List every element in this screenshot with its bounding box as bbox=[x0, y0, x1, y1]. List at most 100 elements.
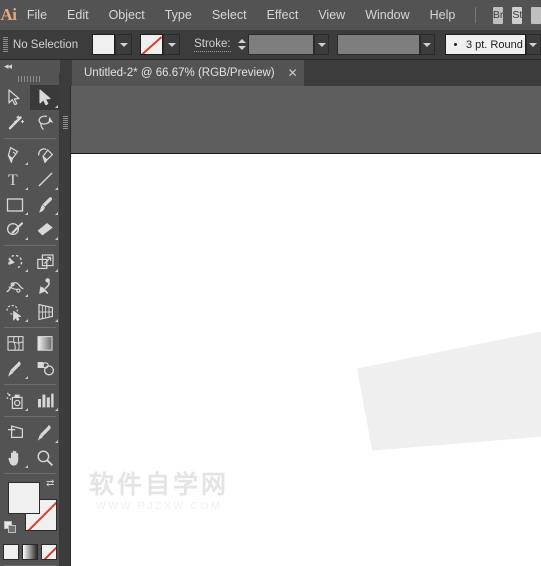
brush-preset-display[interactable]: 3 pt. Round bbox=[444, 34, 526, 55]
perspective-grid-tool[interactable] bbox=[30, 299, 60, 324]
color-mode-buttons bbox=[0, 544, 60, 560]
overflow-button[interactable] bbox=[531, 6, 541, 24]
tool-flyout-indicator-icon bbox=[25, 187, 28, 190]
fill-gradient-button[interactable] bbox=[22, 544, 38, 560]
artboard-canvas[interactable]: 软件自学网 WWW.RJZXW.COM bbox=[71, 153, 541, 566]
selection-status-label: No Selection bbox=[12, 38, 79, 51]
column-graph-tool[interactable] bbox=[30, 388, 60, 413]
tool-flyout-indicator-icon bbox=[55, 105, 58, 108]
eraser-tool[interactable] bbox=[30, 217, 60, 242]
zoom-tool[interactable] bbox=[30, 445, 60, 470]
stroke-profile-dropdown-button[interactable] bbox=[419, 34, 435, 55]
tools-panel-header: ◂◂ bbox=[0, 60, 60, 73]
control-bar: No Selection Stroke: 3 pt. Round bbox=[0, 30, 541, 60]
mesh-tool[interactable] bbox=[0, 331, 30, 356]
blend-tool[interactable] bbox=[30, 356, 60, 381]
workspace-dock-strip[interactable] bbox=[60, 86, 71, 566]
selection-tool[interactable] bbox=[0, 85, 30, 110]
fill-color-swatch[interactable] bbox=[8, 482, 40, 514]
tools-panel: ◂◂ T ⇄ bbox=[0, 60, 60, 566]
menu-bar: Ai File Edit Object Type Select Effect V… bbox=[0, 0, 541, 30]
tools-grid: T bbox=[0, 85, 60, 470]
close-icon[interactable]: ✕ bbox=[288, 67, 298, 79]
stock-button[interactable]: St bbox=[512, 6, 523, 24]
stroke-swatch[interactable] bbox=[140, 34, 164, 55]
chevron-down-icon bbox=[423, 42, 432, 47]
fill-dropdown-button[interactable] bbox=[115, 34, 133, 55]
direct-selection-tool[interactable] bbox=[30, 85, 60, 110]
fill-none-button[interactable] bbox=[41, 544, 57, 560]
fill-color-button[interactable] bbox=[3, 544, 19, 560]
stepper-up-icon bbox=[238, 39, 247, 43]
menu-edit[interactable]: Edit bbox=[57, 0, 99, 30]
tool-flyout-indicator-icon bbox=[55, 408, 58, 411]
watermark-url: WWW.RJZXW.COM bbox=[95, 500, 223, 512]
menu-file[interactable]: File bbox=[17, 0, 57, 30]
rectangle-tool[interactable] bbox=[0, 192, 30, 217]
chevron-down-icon bbox=[529, 42, 538, 47]
brush-preset-dropdown-button[interactable] bbox=[525, 34, 541, 55]
swap-fill-stroke-icon[interactable]: ⇄ bbox=[46, 479, 57, 490]
tool-flyout-indicator-icon bbox=[25, 294, 28, 297]
magic-wand-tool[interactable] bbox=[0, 110, 30, 135]
control-bar-grip[interactable] bbox=[2, 30, 10, 60]
width-tool[interactable] bbox=[0, 274, 30, 299]
bridge-button[interactable]: Br bbox=[492, 6, 504, 24]
tools-divider bbox=[4, 327, 56, 328]
collapse-panel-icon[interactable]: ◂◂ bbox=[4, 62, 12, 71]
gradient-tool[interactable] bbox=[30, 331, 60, 356]
document-workspace: 软件自学网 WWW.RJZXW.COM bbox=[60, 86, 541, 566]
tool-flyout-indicator-icon bbox=[25, 465, 28, 468]
menu-window[interactable]: Window bbox=[355, 0, 419, 30]
document-tab-bar: Untitled-2* @ 66.67% (RGB/Preview) ✕ bbox=[60, 60, 541, 86]
fill-swatch-group bbox=[92, 34, 133, 55]
brush-preset-label: 3 pt. Round bbox=[465, 38, 523, 51]
menu-view[interactable]: View bbox=[308, 0, 355, 30]
menu-object[interactable]: Object bbox=[99, 0, 155, 30]
paintbrush-tool[interactable] bbox=[30, 192, 60, 217]
artboard-tool[interactable] bbox=[0, 420, 30, 445]
app-logo-icon: Ai bbox=[0, 5, 17, 24]
stroke-weight-label[interactable]: Stroke: bbox=[194, 38, 231, 52]
tools-divider bbox=[4, 384, 56, 385]
chevron-down-icon bbox=[119, 42, 128, 47]
tool-flyout-indicator-icon bbox=[55, 212, 58, 215]
document-tab[interactable]: Untitled-2* @ 66.67% (RGB/Preview) ✕ bbox=[72, 60, 304, 86]
stroke-profile-input[interactable] bbox=[337, 34, 420, 55]
fill-swatch[interactable] bbox=[92, 34, 116, 55]
pen-tool[interactable] bbox=[0, 142, 30, 167]
rotate-tool[interactable] bbox=[0, 249, 30, 274]
stroke-weight-dropdown-button[interactable] bbox=[313, 34, 330, 55]
svg-text:T: T bbox=[8, 172, 18, 188]
curvature-tool[interactable] bbox=[30, 142, 60, 167]
illustrator-window: Ai File Edit Object Type Select Effect V… bbox=[0, 0, 541, 566]
default-fill-stroke-icon[interactable] bbox=[4, 521, 17, 534]
free-transform-tool[interactable] bbox=[30, 274, 60, 299]
eyedropper-tool[interactable] bbox=[0, 356, 30, 381]
hand-tool[interactable] bbox=[0, 445, 30, 470]
menu-effect[interactable]: Effect bbox=[257, 0, 309, 30]
scale-tool[interactable] bbox=[30, 249, 60, 274]
stroke-weight-input[interactable] bbox=[247, 34, 314, 55]
tools-panel-grip[interactable] bbox=[0, 73, 59, 85]
shaper-pencil-tool[interactable] bbox=[0, 217, 30, 242]
slice-tool[interactable] bbox=[30, 420, 60, 445]
lasso-tool[interactable] bbox=[30, 110, 60, 135]
line-segment-tool[interactable] bbox=[30, 167, 60, 192]
document-tab-title: Untitled-2* @ 66.67% (RGB/Preview) bbox=[84, 67, 275, 79]
tool-flyout-indicator-icon bbox=[55, 319, 58, 322]
chevron-down-icon bbox=[167, 42, 176, 47]
tools-divider bbox=[4, 416, 56, 417]
stroke-weight-stepper[interactable] bbox=[237, 34, 248, 55]
shape-builder-tool[interactable] bbox=[0, 299, 30, 324]
menu-select[interactable]: Select bbox=[202, 0, 257, 30]
type-tool[interactable]: T bbox=[0, 167, 30, 192]
stroke-dropdown-button[interactable] bbox=[163, 34, 181, 55]
menu-help[interactable]: Help bbox=[420, 0, 466, 30]
symbol-sprayer-tool[interactable] bbox=[0, 388, 30, 413]
artwork-tapered-wedge-shape[interactable] bbox=[353, 289, 541, 461]
watermark: 软件自学网 WWW.RJZXW.COM bbox=[79, 472, 239, 512]
fill-stroke-indicator: ⇄ bbox=[0, 478, 60, 540]
tool-flyout-indicator-icon bbox=[25, 237, 28, 240]
menu-type[interactable]: Type bbox=[155, 0, 202, 30]
